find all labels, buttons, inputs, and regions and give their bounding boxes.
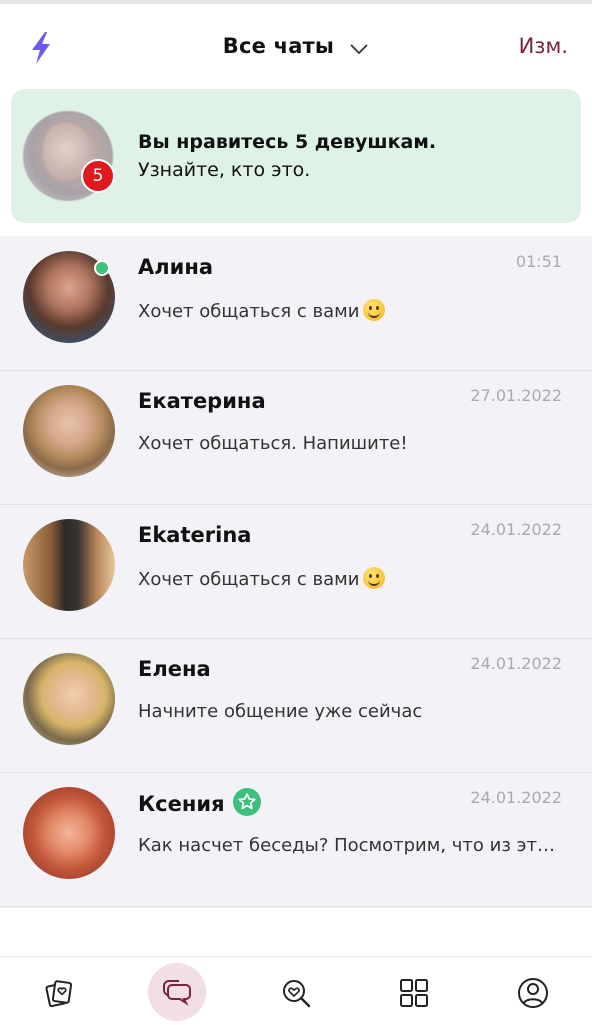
chat-filter-dropdown[interactable]: Все чаты bbox=[0, 34, 592, 58]
chat-time: 24.01.2022 bbox=[470, 788, 562, 807]
avatar bbox=[23, 787, 115, 879]
chat-bubbles-icon bbox=[163, 980, 191, 1006]
avatar bbox=[23, 385, 115, 477]
chat-name: Елена bbox=[138, 657, 211, 681]
chat-row-ekaterina-latin[interactable]: Ekaterina 24.01.2022 Хочет общаться с ва… bbox=[0, 504, 592, 639]
chat-time: 27.01.2022 bbox=[470, 386, 562, 405]
chat-name: Алина bbox=[138, 255, 214, 279]
grid-icon bbox=[400, 979, 428, 1007]
avatar bbox=[23, 653, 115, 745]
profile-icon bbox=[518, 978, 548, 1008]
nav-profile[interactable] bbox=[505, 965, 561, 1021]
cards-icon bbox=[45, 980, 73, 1008]
chat-row-ekaterina[interactable]: Екатерина 27.01.2022 Хочет общаться. Нап… bbox=[0, 370, 592, 505]
promo-title: Вы нравитесь 5 девушкам. bbox=[138, 131, 437, 153]
likes-count-badge: 5 bbox=[81, 159, 115, 193]
avatar bbox=[23, 519, 115, 611]
smile-emoji-icon bbox=[363, 567, 386, 589]
likes-promo-card[interactable]: 5 Вы нравитесь 5 девушкам. Узнайте, кто … bbox=[11, 89, 581, 223]
nav-search[interactable] bbox=[268, 965, 324, 1021]
chat-time: 24.01.2022 bbox=[470, 520, 562, 539]
header: Все чаты Изм. bbox=[0, 4, 592, 88]
chat-name: Ekaterina bbox=[138, 523, 252, 547]
chat-list: Алина 01:51 Хочет общаться с вами Екатер… bbox=[0, 236, 592, 908]
promo-subtitle: Узнайте, кто это. bbox=[138, 159, 311, 181]
chat-message: Хочет общаться с вами bbox=[138, 299, 386, 322]
verified-star-icon bbox=[232, 788, 261, 816]
chat-time: 24.01.2022 bbox=[470, 654, 562, 673]
chat-row-ksenia[interactable]: Ксения 24.01.2022 Как насчет беседы? Пос… bbox=[0, 772, 592, 907]
chat-message: Начните общение уже сейчас bbox=[138, 701, 423, 722]
chat-message: Хочет общаться. Напишите! bbox=[138, 433, 408, 454]
chat-row-elena[interactable]: Елена 24.01.2022 Начните общение уже сей… bbox=[0, 638, 592, 773]
chat-name: Ксения bbox=[138, 788, 261, 819]
bottom-nav bbox=[0, 956, 592, 1025]
edit-button[interactable]: Изм. bbox=[519, 34, 568, 58]
online-indicator bbox=[94, 260, 110, 276]
chat-time: 01:51 bbox=[515, 252, 562, 271]
chat-name: Екатерина bbox=[138, 389, 266, 413]
nav-grid[interactable] bbox=[386, 965, 442, 1021]
chevron-down-icon bbox=[350, 43, 368, 54]
chat-message: Хочет общаться с вами bbox=[138, 567, 386, 590]
chat-message: Как насчет беседы? Посмотрим, что из эт… bbox=[138, 835, 555, 856]
smile-emoji-icon bbox=[363, 299, 386, 321]
nav-chats[interactable] bbox=[148, 963, 206, 1021]
page-title: Все чаты bbox=[222, 34, 335, 58]
search-heart-icon bbox=[283, 980, 311, 1008]
chat-row-alina[interactable]: Алина 01:51 Хочет общаться с вами bbox=[0, 236, 592, 371]
nav-cards[interactable] bbox=[31, 965, 87, 1021]
